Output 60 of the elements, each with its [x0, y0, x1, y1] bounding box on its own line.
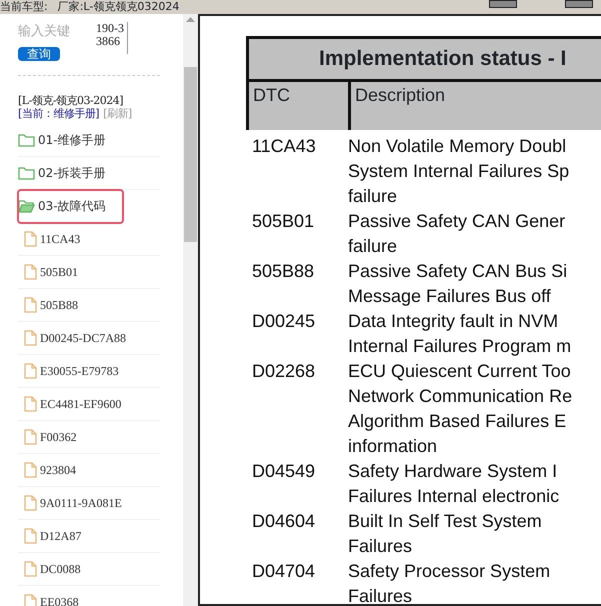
- search-button[interactable]: 查询: [18, 46, 60, 60]
- vehicle-text: [L-领克-领克03-2024]: [18, 94, 124, 106]
- file-item[interactable]: D00245-DC7A88: [18, 322, 160, 354]
- file-item[interactable]: 9A0111-9A081E: [18, 486, 160, 520]
- folder-item[interactable]: 02-拆装手册: [18, 156, 160, 190]
- file-icon: [24, 528, 37, 544]
- toolbar-button[interactable]: [565, 0, 593, 8]
- file-icon: [24, 494, 37, 510]
- keyword-input[interactable]: 输入关键: [18, 22, 88, 42]
- folder-item[interactable]: 03-故障代码: [18, 190, 123, 222]
- dtc-code: 11CA43: [251, 134, 317, 158]
- file-item[interactable]: 11CA43: [18, 222, 160, 256]
- description-text: Built In Self Test System Failures: [348, 510, 542, 558]
- dtc-code: 505B01: [251, 210, 316, 232]
- description-text: Passive Safety CAN Gener failure: [348, 210, 566, 258]
- file-item[interactable]: 505B01: [18, 256, 160, 288]
- scrollbar-thumb[interactable]: [184, 67, 197, 242]
- dtc-code: D04549: [251, 460, 316, 482]
- dtc-code: D02268: [251, 360, 316, 382]
- folder-icon: [18, 166, 35, 180]
- current-section-text: [当前：维修手册]: [18, 106, 100, 120]
- file-icon: [24, 230, 37, 246]
- table-title: Implementation status - I: [249, 39, 601, 82]
- vehicle-label: 当前车型:: [0, 0, 48, 14]
- description-text: ECU Quiescent Current Too Network Communication Re Algorithm Based Failures E information: [348, 360, 572, 458]
- file-item[interactable]: 505B88: [18, 288, 160, 322]
- dtc-code: D04604: [251, 510, 316, 532]
- folder-icon: [18, 132, 35, 146]
- description-text: Safety Hardware System I Failures Internal electronic: [348, 460, 560, 508]
- description-text: Passive Safety CAN Bus Si Message Failures Bus off: [348, 260, 568, 308]
- dtc-code: 505B88: [251, 260, 316, 282]
- scroll-up-icon[interactable]: [186, 16, 195, 22]
- dtc-code: D00245: [251, 310, 316, 332]
- file-icon: [24, 264, 37, 280]
- toolbar-button[interactable]: [489, 0, 517, 8]
- file-icon: [24, 362, 37, 378]
- file-item[interactable]: 923804: [18, 454, 160, 486]
- description-text: Data Integrity fault in NVM Internal Failures Program m: [348, 310, 572, 358]
- file-icon: [24, 462, 37, 478]
- file-item[interactable]: EE0368: [18, 586, 160, 606]
- file-item[interactable]: E30055-E79783: [18, 354, 160, 388]
- folder-item[interactable]: 01-维修手册: [18, 124, 160, 156]
- column-header: Description: [354, 84, 446, 107]
- maker-label: 厂家:L-领克领克032024: [58, 0, 180, 14]
- description-text: Non Volatile Memory Doubl System Internal Failures Sp failure: [348, 134, 570, 208]
- description-text: Safety Processor System Failures: [348, 560, 550, 604]
- column-header: DTC: [249, 82, 351, 130]
- file-item[interactable]: D12A87: [18, 520, 160, 552]
- dtc-code: D04704: [251, 560, 316, 582]
- file-item[interactable]: F00362: [18, 420, 160, 454]
- note-text: 190-33866: [96, 22, 128, 54]
- file-icon: [24, 560, 37, 576]
- scrollbar[interactable]: [183, 14, 198, 606]
- file-icon: [24, 396, 37, 412]
- file-icon: [24, 330, 37, 346]
- file-item[interactable]: EC4481-EF9600: [18, 388, 160, 420]
- file-item[interactable]: DC0088: [18, 552, 160, 586]
- file-icon: [24, 296, 37, 312]
- file-icon: [24, 428, 37, 444]
- open-folder-icon: [18, 198, 35, 212]
